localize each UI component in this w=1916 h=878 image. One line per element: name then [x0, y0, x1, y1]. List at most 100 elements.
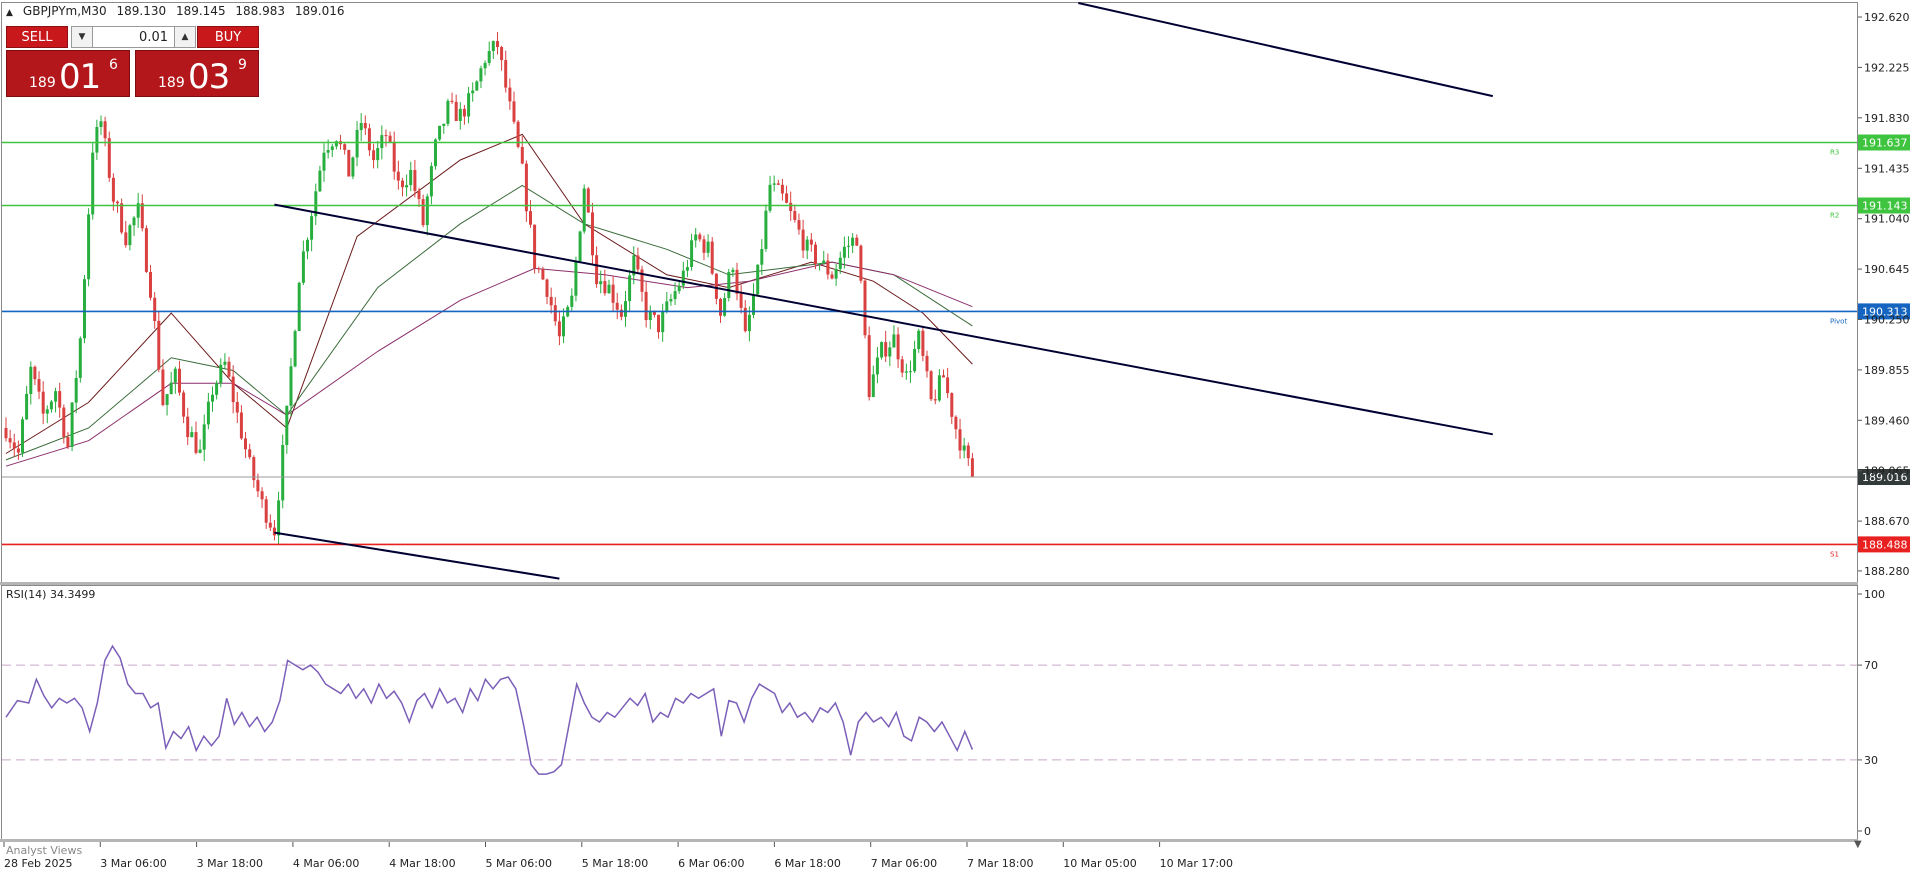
- time-axis[interactable]: 28 Feb 2025 3 Mar 06:00 3 Mar 18:00 4 Mar 0…: [3, 842, 1233, 870]
- candle-body: [66, 437, 70, 447]
- candle-body: [322, 152, 326, 171]
- price-levels[interactable]: R3191.637R2191.143Pivot190.313189.016S11…: [2, 134, 1910, 559]
- candle-body: [624, 301, 627, 317]
- candle-body: [33, 366, 37, 380]
- candle-body: [909, 371, 912, 373]
- candle-body: [929, 371, 933, 400]
- candle-body: [450, 100, 454, 102]
- candle-body: [582, 188, 586, 232]
- candle-body: [818, 263, 822, 265]
- candle-body: [165, 394, 169, 405]
- candle-body: [186, 416, 190, 438]
- candle-body: [144, 228, 148, 272]
- analyst-views-tab[interactable]: Analyst Views: [6, 844, 82, 857]
- candle-body: [842, 246, 846, 258]
- candle-body: [657, 314, 660, 333]
- candle-body: [942, 375, 945, 378]
- candle-body: [847, 245, 850, 247]
- candle-body: [330, 146, 334, 150]
- candle-body: [545, 279, 549, 297]
- candle-body: [37, 379, 41, 392]
- candle-body: [595, 255, 599, 285]
- candle-body: [12, 442, 16, 449]
- candle-body: [599, 281, 603, 285]
- candle-body: [937, 375, 941, 401]
- price-axis[interactable]: 192.620 192.225 191.830 191.435 191.040 190.6…: [1858, 11, 1910, 578]
- price-tick-label: 190.645: [1864, 263, 1910, 276]
- candle-body: [256, 480, 260, 492]
- pane-separator[interactable]: [0, 582, 1858, 585]
- sell-button[interactable]: SELL: [6, 26, 68, 48]
- candle-body: [826, 260, 830, 275]
- ask-prefix: 189: [158, 75, 185, 91]
- arrow-down-icon: ▼: [78, 32, 86, 42]
- candle-body: [917, 330, 921, 349]
- candle-body: [446, 100, 450, 124]
- bottom-separator[interactable]: [0, 839, 1858, 842]
- candle-body: [830, 274, 834, 279]
- time-tick-label: 4 Mar 18:00: [389, 857, 455, 870]
- trend-lines[interactable]: [274, 2, 1494, 580]
- rsi-title: RSI(14) 34.3499: [6, 588, 95, 601]
- candle-body: [954, 416, 958, 430]
- candle-body: [834, 269, 838, 279]
- price-tick-label: 192.225: [1864, 61, 1910, 74]
- lot-increase-button[interactable]: ▲: [174, 26, 196, 48]
- candle-body: [140, 203, 144, 229]
- candle-body: [116, 201, 119, 204]
- candle-body: [801, 229, 805, 251]
- candle-body: [107, 138, 111, 178]
- level-tag-r3: R3: [1830, 149, 1839, 157]
- candle-body: [359, 123, 363, 131]
- candle-body: [326, 150, 330, 153]
- price-label-188.488: 188.488: [1862, 538, 1908, 551]
- rsi-plot-border: [1, 585, 1858, 840]
- candle-body: [198, 449, 202, 453]
- candle-body: [471, 90, 475, 94]
- time-tick-label: 7 Mar 06:00: [871, 857, 937, 870]
- buy-button[interactable]: BUY: [197, 26, 259, 48]
- candle-body: [900, 359, 904, 373]
- bid-prefix: 189: [29, 75, 56, 91]
- candle-body: [29, 366, 33, 394]
- price-label-191.637: 191.637: [1862, 137, 1908, 150]
- time-tick-label: 4 Mar 06:00: [293, 857, 359, 870]
- candle-body: [347, 149, 351, 177]
- candle-body: [768, 184, 772, 211]
- candle-body: [169, 382, 173, 395]
- candle-body: [363, 123, 367, 129]
- scroll-right-icon[interactable]: ▼: [1854, 839, 1862, 850]
- lot-size-input[interactable]: [93, 26, 174, 48]
- time-tick-label: 6 Mar 06:00: [678, 857, 744, 870]
- candle-body: [194, 432, 198, 453]
- candle-body: [21, 419, 24, 453]
- one-click-trading-panel: SELL ▼ ▲ BUY 189 01 6 189 03 9: [6, 26, 259, 97]
- candle-body: [491, 41, 495, 51]
- candle-body: [178, 368, 181, 393]
- sell-price-box[interactable]: 189 01 6: [6, 50, 130, 97]
- candle-body: [95, 127, 99, 153]
- moving-average-line-2: [5, 184, 973, 461]
- level-tag-s1: S1: [1830, 550, 1839, 558]
- trend-line-3: [1078, 2, 1494, 98]
- buy-price-box[interactable]: 189 03 9: [135, 50, 259, 97]
- candle-body: [673, 291, 677, 300]
- candle-body: [479, 68, 483, 82]
- chart-area[interactable]: R3 191.637 R2 191.143 Pivot 190.313 189.016 S1 1…: [0, 0, 1916, 874]
- price-tick-label: 190.250: [1864, 314, 1910, 327]
- rsi-pane: 100 70 30 0: [2, 588, 1885, 838]
- candle-body: [541, 269, 545, 280]
- collapse-triangle-icon[interactable]: ▲: [6, 8, 13, 18]
- candle-body: [380, 135, 384, 149]
- ohlc-open: 189.130: [116, 4, 167, 18]
- level-tag-r2: R2: [1830, 212, 1839, 220]
- lot-decrease-button[interactable]: ▼: [71, 26, 93, 48]
- chart-canvas[interactable]: R3191.637R2191.143Pivot190.313189.016S11…: [0, 0, 1916, 874]
- candle-body: [524, 163, 528, 212]
- candle-body: [223, 361, 227, 365]
- price-tick-label: 189.460: [1864, 414, 1910, 427]
- candle-body: [49, 401, 53, 410]
- candle-body: [797, 220, 801, 230]
- candle-body: [74, 378, 78, 403]
- ohlc-high: 189.145: [175, 4, 226, 18]
